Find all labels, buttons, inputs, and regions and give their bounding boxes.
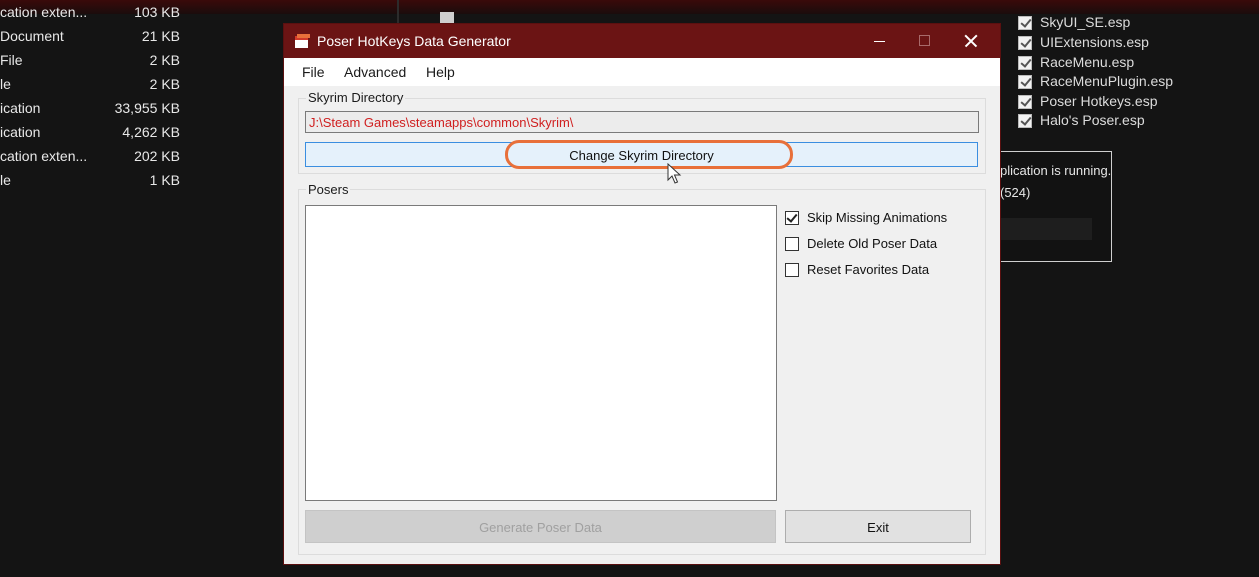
file-name: ication [0, 124, 41, 140]
plugin-name: Poser Hotkeys.esp [1040, 93, 1158, 109]
checkbox-icon[interactable] [1018, 95, 1032, 109]
file-row[interactable]: cation exten... 103 KB [0, 4, 190, 28]
file-row[interactable]: File 2 KB [0, 52, 190, 76]
file-size: 2 KB [149, 76, 180, 92]
file-row[interactable]: cation exten... 202 KB [0, 148, 190, 172]
file-size: 4,262 KB [122, 124, 180, 140]
checkbox-icon[interactable] [1018, 114, 1032, 128]
file-size: 103 KB [134, 4, 180, 20]
file-name: cation exten... [0, 148, 88, 164]
checkbox-icon[interactable] [1018, 75, 1032, 89]
mouse-cursor-icon [667, 163, 682, 184]
skip-missing-animations-checkbox[interactable]: Skip Missing Animations [785, 210, 965, 228]
plugin-name: RaceMenu.esp [1040, 54, 1135, 70]
file-name: ication [0, 100, 41, 116]
exit-label: Exit [867, 520, 889, 535]
menu-help[interactable]: Help [426, 64, 455, 80]
checkbox-icon [785, 263, 799, 277]
checkbox-icon[interactable] [1018, 16, 1032, 30]
maximize-button[interactable] [902, 24, 948, 58]
exit-button[interactable]: Exit [785, 510, 971, 543]
posers-list[interactable] [305, 205, 777, 501]
highlight-annotation [505, 140, 793, 169]
generate-label: Generate Poser Data [479, 520, 602, 535]
console-field [1000, 218, 1092, 240]
file-name: Document [0, 28, 64, 44]
title-bar[interactable]: Poser HotKeys Data Generator [284, 24, 1000, 58]
file-row[interactable]: Document 21 KB [0, 28, 190, 52]
file-row[interactable]: le 1 KB [0, 172, 190, 196]
file-row[interactable]: ication 4,262 KB [0, 124, 190, 148]
file-row[interactable]: ication 33,955 KB [0, 100, 190, 124]
window-title: Poser HotKeys Data Generator [317, 33, 511, 49]
file-size: 21 KB [141, 28, 180, 44]
checkbox-label: Skip Missing Animations [807, 210, 948, 225]
plugin-name: RaceMenuPlugin.esp [1040, 73, 1174, 89]
plugin-name: SkyUI_SE.esp [1040, 14, 1131, 30]
file-row[interactable]: le 2 KB [0, 76, 190, 100]
close-button[interactable] [948, 24, 994, 58]
skyrim-directory-field[interactable]: J:\Steam Games\steamapps\common\Skyrim\ [305, 111, 979, 133]
plugin-name: Halo's Poser.esp [1040, 112, 1145, 128]
checkbox-checked-icon [785, 211, 799, 225]
menu-advanced[interactable]: Advanced [344, 64, 406, 80]
console-line: (524) [1000, 185, 1031, 200]
file-name: le [0, 76, 11, 92]
background-console-panel: plication is running. (524) [995, 151, 1112, 262]
console-line: plication is running. [1000, 163, 1112, 178]
plugin-name: UIExtensions.esp [1040, 34, 1149, 50]
menu-bar: File Advanced Help [284, 58, 1000, 86]
file-size: 202 KB [134, 148, 180, 164]
delete-old-poser-data-checkbox[interactable]: Delete Old Poser Data [785, 236, 965, 254]
file-size: 33,955 KB [114, 100, 180, 116]
checkbox-icon[interactable] [1018, 36, 1032, 50]
checkbox-label: Delete Old Poser Data [807, 236, 938, 251]
generate-poser-data-button[interactable]: Generate Poser Data [305, 510, 776, 543]
checkbox-label: Reset Favorites Data [807, 262, 930, 277]
reset-favorites-data-checkbox[interactable]: Reset Favorites Data [785, 262, 965, 280]
file-name: File [0, 52, 23, 68]
poser-hotkeys-dialog: Poser HotKeys Data Generator File Advanc… [284, 24, 1000, 564]
menu-file[interactable]: File [302, 64, 325, 80]
file-size: 1 KB [149, 172, 180, 188]
file-name: cation exten... [0, 4, 88, 20]
minimize-button[interactable] [856, 24, 902, 58]
skyrim-directory-label: Skyrim Directory [306, 90, 406, 105]
checkbox-icon[interactable] [1018, 56, 1032, 70]
file-name: le [0, 172, 11, 188]
directory-path-text: J:\Steam Games\steamapps\common\Skyrim\ [309, 115, 574, 130]
file-size: 2 KB [149, 52, 180, 68]
posers-label: Posers [306, 182, 351, 197]
checkbox-icon [785, 237, 799, 251]
app-icon [295, 34, 310, 48]
